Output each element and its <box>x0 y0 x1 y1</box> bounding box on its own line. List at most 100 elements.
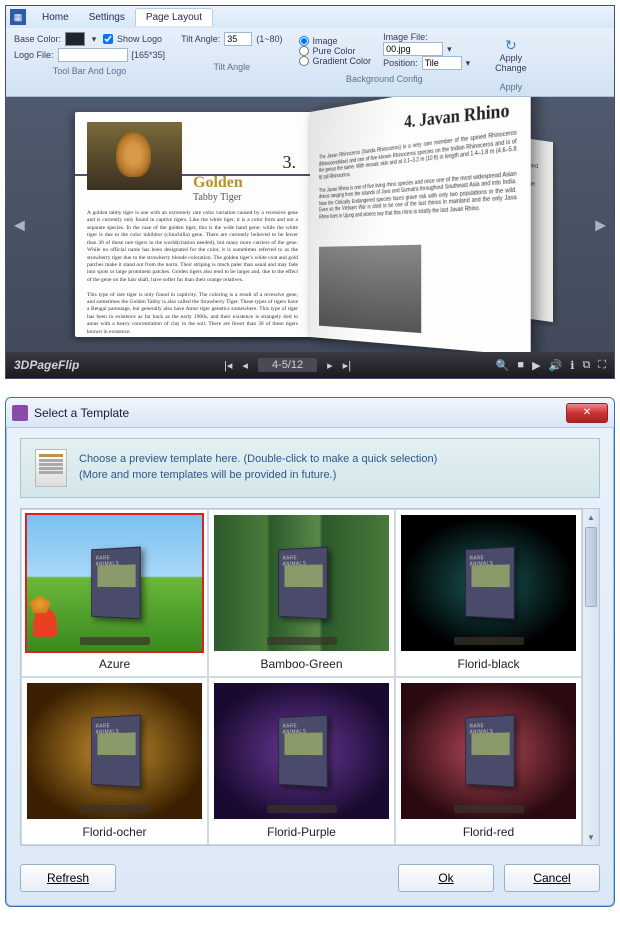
bg-gradient-label: Gradient Color <box>313 56 372 66</box>
template-bg <box>401 683 576 819</box>
share-icon[interactable]: ⧉ <box>582 359 590 372</box>
tiger-image <box>87 122 182 190</box>
group-apply: ↻ Apply Change Apply <box>486 32 536 92</box>
app-icon: ▦ <box>10 9 26 25</box>
dialog-title: Select a Template <box>34 406 566 420</box>
document-icon <box>35 449 67 487</box>
pageflip-app: ▦ Home Settings Page Layout Base Color: … <box>5 5 615 379</box>
last-page-button[interactable]: ▸| <box>343 359 351 372</box>
bg-gradient-radio[interactable] <box>299 56 309 66</box>
book-stage: ◀ ▶ 3. Golden Tabby Tiger A golden tabby… <box>6 97 614 352</box>
dialog-icon <box>12 405 28 421</box>
template-thumb <box>399 681 578 821</box>
scroll-thumb[interactable] <box>585 527 597 607</box>
first-page-button[interactable]: |◂ <box>224 359 232 372</box>
group-label-1: Tool Bar And Logo <box>14 66 165 76</box>
apply-label-1: Apply <box>500 53 523 63</box>
tab-home[interactable]: Home <box>32 9 79 26</box>
prev-page-side[interactable]: ◀ <box>14 216 25 233</box>
bg-pure-label: Pure Color <box>313 46 356 56</box>
template-pager <box>80 805 150 813</box>
bg-image-radio[interactable] <box>299 36 309 46</box>
next-page-side[interactable]: ▶ <box>595 216 606 233</box>
template-pager <box>80 637 150 645</box>
template-pager <box>267 805 337 813</box>
page-indicator: 4-5/12 <box>258 358 317 372</box>
prev-page-button[interactable]: ◂ <box>242 359 248 372</box>
template-bamboo-green[interactable]: Bamboo-Green <box>208 509 395 677</box>
info-panel: Choose a preview template here. (Double-… <box>20 438 600 498</box>
template-bg <box>401 515 576 651</box>
template-label: Florid-ocher <box>25 821 204 841</box>
logo-file-label: Logo File: <box>14 50 54 60</box>
template-book-icon <box>278 715 328 788</box>
logo-size-hint: [165*35] <box>132 50 166 60</box>
group-bg-config: Image Pure Color Gradient Color Image Fi… <box>299 32 471 92</box>
template-bg <box>214 683 389 819</box>
position-label: Position: <box>383 58 418 68</box>
template-florid-red[interactable]: Florid-red <box>395 677 582 845</box>
template-florid-purple[interactable]: Florid-Purple <box>208 677 395 845</box>
info-icon[interactable]: ℹ <box>570 359 574 372</box>
template-florid-black[interactable]: Florid-black <box>395 509 582 677</box>
cancel-button[interactable]: Cancel <box>504 864 600 892</box>
position-dropdown[interactable]: ▾ <box>466 58 471 69</box>
template-thumb <box>25 681 204 821</box>
next-page-button[interactable]: ▸ <box>327 359 333 372</box>
base-color-swatch[interactable] <box>65 32 85 46</box>
article-title-right: 4. Javan Rhino <box>405 100 510 133</box>
fullscreen-icon[interactable]: ⛶ <box>598 359 606 372</box>
tab-page-layout[interactable]: Page Layout <box>135 8 213 26</box>
refresh-button[interactable]: Refresh <box>20 864 116 892</box>
page-left: 3. Golden Tabby Tiger A golden tabby tig… <box>75 112 310 337</box>
position-input[interactable] <box>422 56 462 70</box>
template-book-icon <box>91 715 141 788</box>
dialog-titlebar[interactable]: Select a Template ✕ <box>6 398 614 428</box>
close-button[interactable]: ✕ <box>566 403 608 423</box>
apply-label-2: Change <box>495 63 527 73</box>
template-bg <box>214 515 389 651</box>
template-grid: AzureBamboo-GreenFlorid-black Florid-oche… <box>20 508 583 846</box>
tilt-angle-input[interactable] <box>224 32 252 46</box>
template-thumb <box>212 681 391 821</box>
template-label: Florid-red <box>399 821 578 841</box>
tab-settings[interactable]: Settings <box>79 9 135 26</box>
apply-change-button[interactable]: ↻ Apply Change <box>486 32 536 78</box>
vertical-scrollbar[interactable]: ▲ ▼ <box>583 508 600 846</box>
group-toolbar-logo: Base Color: ▾ Show Logo Logo File: [165*… <box>14 32 165 92</box>
sound-icon[interactable]: 🔊 <box>549 359 563 372</box>
template-book-icon <box>278 547 328 620</box>
show-logo-checkbox[interactable] <box>103 34 113 44</box>
ribbon: Base Color: ▾ Show Logo Logo File: [165*… <box>6 28 614 97</box>
template-label: Florid-Purple <box>212 821 391 841</box>
template-florid-ocher[interactable]: Florid-ocher <box>21 677 208 845</box>
play-icon[interactable]: ▶ <box>532 359 540 372</box>
search-icon[interactable]: 🔍 <box>496 359 510 372</box>
stop-icon[interactable]: ■ <box>517 359 524 372</box>
template-label: Florid-black <box>399 653 578 673</box>
scroll-up-icon[interactable]: ▲ <box>583 509 599 525</box>
template-book-icon <box>465 547 515 620</box>
template-label: Azure <box>25 653 204 673</box>
scroll-down-icon[interactable]: ▼ <box>583 829 599 845</box>
image-file-dropdown[interactable]: ▾ <box>447 44 452 55</box>
info-text: Choose a preview template here. (Double-… <box>79 452 437 484</box>
bg-image-label: Image <box>313 36 338 46</box>
page-nav: |◂ ◂ 4-5/12 ▸ ▸| <box>79 358 495 372</box>
logo-file-input[interactable] <box>58 48 128 62</box>
flipbook[interactable]: 3. Golden Tabby Tiger A golden tabby tig… <box>75 112 545 337</box>
bg-pure-radio[interactable] <box>299 46 309 56</box>
page-right-wrap: atnsrenowned Newgerant large 4. Javan Rh… <box>310 112 545 337</box>
template-thumb <box>25 513 204 653</box>
base-color-dropdown[interactable]: ▾ <box>89 34 99 45</box>
page-right: 4. Javan Rhino The Javan Rhinoceros (Sun… <box>310 97 531 352</box>
brand: 3DPageFlip <box>14 358 79 372</box>
article-title: Golden <box>193 174 243 192</box>
image-file-input[interactable] <box>383 42 443 56</box>
template-azure[interactable]: Azure <box>21 509 208 677</box>
template-pager <box>454 805 524 813</box>
right-toolbar: 🔍 ■ ▶ 🔊 ℹ ⧉ ⛶ <box>496 359 606 372</box>
template-bg <box>27 515 202 651</box>
group-label-2: Tilt Angle <box>181 62 282 72</box>
ok-button[interactable]: Ok <box>398 864 494 892</box>
